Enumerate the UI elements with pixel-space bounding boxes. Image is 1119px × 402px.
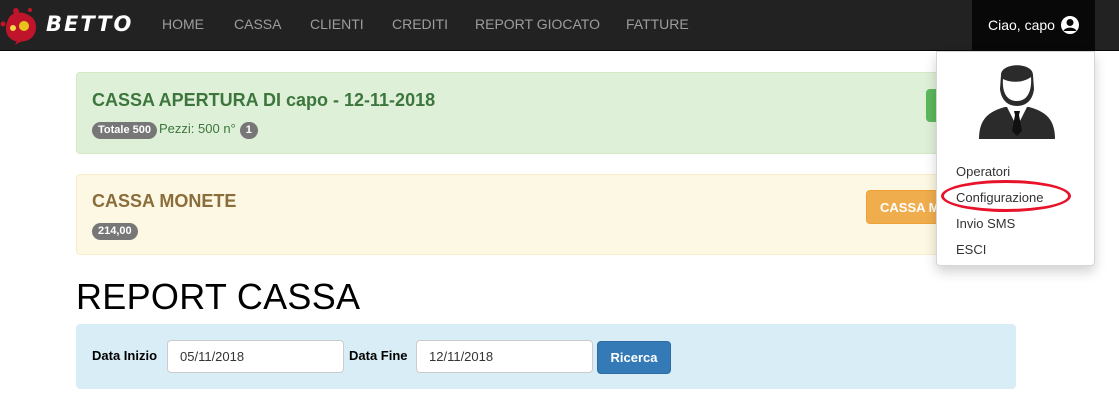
nav-home[interactable]: HOME bbox=[162, 16, 204, 32]
amount-badge: 214,00 bbox=[92, 223, 138, 240]
date-filter-bar: Data Inizio Data Fine Ricerca bbox=[76, 324, 1016, 389]
user-icon bbox=[1061, 16, 1079, 34]
user-dropdown-menu: Operatori Configurazione Invio SMS ESCI bbox=[936, 51, 1095, 266]
totale-badge: Totale 500 bbox=[92, 122, 157, 139]
menu-item-configurazione[interactable]: Configurazione bbox=[956, 190, 1043, 205]
search-button[interactable]: Ricerca bbox=[597, 341, 671, 374]
nav-cassa[interactable]: CASSA bbox=[234, 16, 281, 32]
cassa-apertura-panel: CASSA APERTURA DI capo - 12-11-2018 Tota… bbox=[76, 72, 1016, 154]
menu-item-esci[interactable]: ESCI bbox=[956, 242, 986, 257]
pezzi-text: Pezzi: 500 n° bbox=[159, 121, 236, 136]
nav-fatture[interactable]: FATTURE bbox=[626, 16, 689, 32]
brand-name: BETTO bbox=[46, 12, 134, 36]
menu-item-operatori[interactable]: Operatori bbox=[956, 164, 1010, 179]
end-date-label: Data Fine bbox=[349, 348, 408, 363]
menu-item-invio-sms[interactable]: Invio SMS bbox=[956, 216, 1015, 231]
cassa-apertura-title: CASSA APERTURA DI capo - 12-11-2018 bbox=[92, 90, 436, 110]
brand-logo-icon bbox=[0, 8, 36, 45]
cassa-monete-meta: 214,00 bbox=[92, 222, 138, 240]
end-date-input[interactable] bbox=[416, 340, 593, 373]
nav-clienti[interactable]: CLIENTI bbox=[310, 16, 364, 32]
user-menu-toggle[interactable]: Ciao, capo bbox=[972, 0, 1095, 51]
page-title: REPORT CASSA bbox=[76, 276, 361, 317]
start-date-input[interactable] bbox=[167, 340, 344, 373]
user-greeting: Ciao, capo bbox=[988, 17, 1055, 33]
start-date-label: Data Inizio bbox=[92, 348, 158, 363]
user-avatar-icon bbox=[979, 65, 1055, 139]
top-navbar: BETTO HOME CASSA CLIENTI CREDITI REPORT … bbox=[0, 0, 1119, 51]
count-badge: 1 bbox=[239, 122, 258, 139]
nav-report-giocato[interactable]: REPORT GIOCATO bbox=[475, 16, 600, 32]
nav-crediti[interactable]: CREDITI bbox=[392, 16, 448, 32]
cassa-monete-panel: CASSA MONETE 214,00 CASSA M bbox=[76, 174, 1016, 255]
cassa-monete-title: CASSA MONETE bbox=[92, 191, 237, 211]
cassa-apertura-meta: Totale 500 Pezzi: 500 n° 1 bbox=[92, 121, 258, 139]
brand[interactable]: BETTO bbox=[0, 0, 152, 50]
